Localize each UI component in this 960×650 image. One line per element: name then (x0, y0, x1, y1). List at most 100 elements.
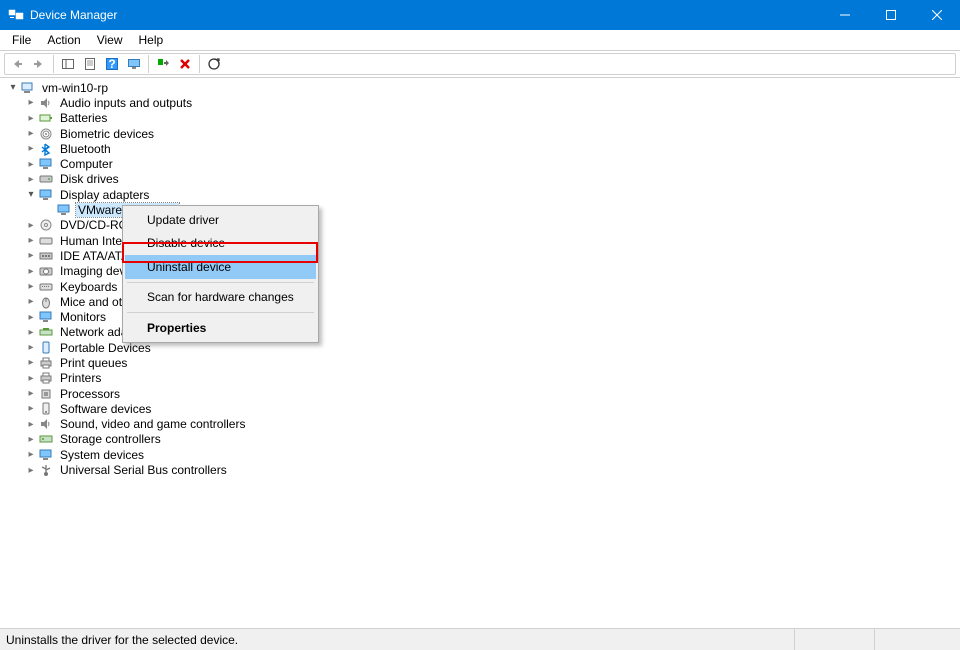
properties-icon[interactable] (80, 54, 100, 74)
context-update-driver[interactable]: Update driver (125, 208, 316, 232)
tree-node-sound[interactable]: ▸Sound, video and game controllers (6, 417, 958, 432)
tree-label: Universal Serial Bus controllers (58, 463, 229, 477)
toolbar-separator (148, 55, 149, 73)
chevron-right-icon[interactable]: ▸ (24, 388, 38, 399)
status-cell (874, 629, 954, 650)
chevron-down-icon[interactable]: ▾ (6, 82, 20, 93)
printer-icon (38, 370, 54, 386)
speaker-icon (38, 416, 54, 432)
chevron-right-icon[interactable]: ▸ (24, 296, 38, 307)
chevron-down-icon[interactable]: ▾ (24, 189, 38, 200)
window-title: Device Manager (30, 8, 822, 22)
tree-node-bluetooth[interactable]: ▸Bluetooth (6, 141, 958, 156)
context-item-label: Uninstall device (147, 260, 231, 274)
chevron-right-icon[interactable]: ▸ (24, 159, 38, 170)
ide-icon (38, 248, 54, 264)
tree-label: Storage controllers (58, 432, 163, 446)
tree-node-system[interactable]: ▸System devices (6, 447, 958, 462)
bluetooth-icon (38, 141, 54, 157)
chevron-right-icon[interactable]: ▸ (24, 373, 38, 384)
chevron-right-icon[interactable]: ▸ (24, 220, 38, 231)
show-hide-console-icon[interactable] (58, 54, 78, 74)
tree-node-audio[interactable]: ▸ Audio inputs and outputs (6, 95, 958, 110)
maximize-button[interactable] (868, 0, 914, 30)
menu-action[interactable]: Action (39, 31, 88, 49)
chevron-right-icon[interactable]: ▸ (24, 449, 38, 460)
update-driver-icon[interactable] (153, 54, 173, 74)
speaker-icon (38, 95, 54, 111)
context-menu: Update driver Disable device Uninstall d… (122, 205, 319, 343)
context-properties[interactable]: Properties (125, 316, 316, 340)
tree-node-printq[interactable]: ▸ Print queues (6, 355, 958, 370)
minimize-button[interactable] (822, 0, 868, 30)
chevron-right-icon[interactable]: ▸ (24, 403, 38, 414)
chevron-right-icon[interactable]: ▸ (24, 174, 38, 185)
tree-node-biometric[interactable]: ▸ Biometric devices (6, 126, 958, 141)
tree-node-software[interactable]: ▸Software devices (6, 401, 958, 416)
chevron-right-icon[interactable]: ▸ (24, 281, 38, 292)
tree-label: Audio inputs and outputs (58, 96, 194, 110)
toolbar-separator (53, 55, 54, 73)
tree-label: Batteries (58, 111, 109, 125)
software-device-icon (38, 401, 54, 417)
tree-label: Display adapters (58, 188, 151, 202)
context-uninstall-device[interactable]: Uninstall device (125, 255, 316, 279)
menubar: File Action View Help (0, 30, 960, 50)
screen-icon[interactable] (124, 54, 144, 74)
tree-root-label: vm-win10-rp (40, 81, 110, 95)
context-item-label: Properties (147, 321, 206, 335)
tree-node-disk[interactable]: ▸Disk drives (6, 172, 958, 187)
chevron-right-icon[interactable]: ▸ (24, 113, 38, 124)
chevron-right-icon[interactable]: ▸ (24, 465, 38, 476)
help-icon[interactable]: ? (102, 54, 122, 74)
cpu-icon (38, 386, 54, 402)
battery-icon (38, 110, 54, 126)
chevron-right-icon[interactable]: ▸ (24, 312, 38, 323)
tree-root[interactable]: ▾ vm-win10-rp (6, 80, 958, 95)
tree-node-computer[interactable]: ▸ Computer (6, 156, 958, 171)
tree-node-processors[interactable]: ▸Processors (6, 386, 958, 401)
back-button[interactable] (7, 54, 27, 74)
context-separator (127, 312, 314, 313)
chevron-right-icon[interactable]: ▸ (24, 357, 38, 368)
chevron-right-icon[interactable]: ▸ (24, 266, 38, 277)
context-disable-device[interactable]: Disable device (125, 232, 316, 256)
tree-node-storage[interactable]: ▸ Storage controllers (6, 432, 958, 447)
tree-node-batteries[interactable]: ▸ Batteries (6, 111, 958, 126)
tree-label: Print queues (58, 356, 129, 370)
chevron-right-icon[interactable]: ▸ (24, 97, 38, 108)
context-scan-hardware[interactable]: Scan for hardware changes (125, 286, 316, 310)
scan-hardware-icon[interactable] (204, 54, 224, 74)
device-manager-icon (8, 7, 24, 23)
disc-icon (38, 217, 54, 233)
uninstall-icon[interactable] (175, 54, 195, 74)
tree-node-display[interactable]: ▾ Display adapters (6, 187, 958, 202)
toolbar-separator (199, 55, 200, 73)
tree-label: Portable Devices (58, 341, 153, 355)
chevron-right-icon[interactable]: ▸ (24, 342, 38, 353)
menu-help[interactable]: Help (131, 31, 172, 49)
system-device-icon (38, 447, 54, 463)
tree-label: Computer (58, 157, 115, 171)
statusbar: Uninstalls the driver for the selected d… (0, 628, 960, 650)
close-button[interactable] (914, 0, 960, 30)
chevron-right-icon[interactable]: ▸ (24, 143, 38, 154)
titlebar: Device Manager (0, 0, 960, 30)
forward-button[interactable] (29, 54, 49, 74)
display-adapter-icon (38, 187, 54, 203)
tree-node-usb[interactable]: ▸ Universal Serial Bus controllers (6, 462, 958, 477)
tree-label: Biometric devices (58, 127, 156, 141)
chevron-right-icon[interactable]: ▸ (24, 128, 38, 139)
chevron-right-icon[interactable]: ▸ (24, 434, 38, 445)
device-tree-panel[interactable]: ▾ vm-win10-rp ▸Audio inputs and outputs … (2, 78, 958, 628)
tree-node-printers[interactable]: ▸Printers (6, 371, 958, 386)
chevron-right-icon[interactable]: ▸ (24, 250, 38, 261)
chevron-right-icon[interactable]: ▸ (24, 327, 38, 338)
storage-controller-icon (38, 431, 54, 447)
chevron-right-icon[interactable]: ▸ (24, 419, 38, 430)
chevron-right-icon[interactable]: ▸ (24, 235, 38, 246)
menu-file[interactable]: File (4, 31, 39, 49)
context-item-label: Update driver (147, 213, 219, 227)
menu-view[interactable]: View (89, 31, 131, 49)
camera-icon (38, 263, 54, 279)
